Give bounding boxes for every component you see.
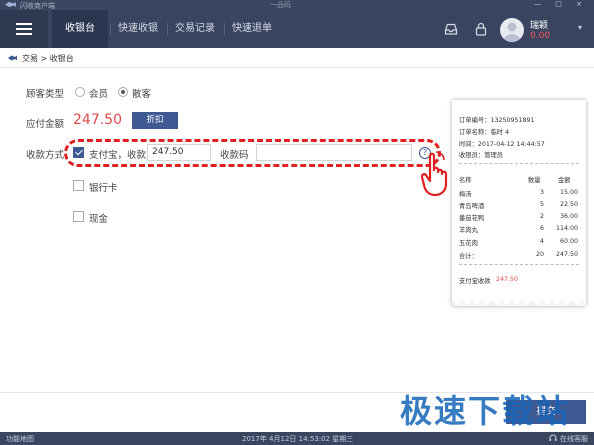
tab-transactions[interactable]: 交易记录 <box>167 10 223 48</box>
receipt-total-amount: 247.50 <box>555 251 578 258</box>
receipt-item-qty: 2 <box>539 213 544 220</box>
lock-icon[interactable] <box>474 22 488 36</box>
radio-member-label[interactable]: 会员 <box>89 86 108 100</box>
alipay-amount-input[interactable]: 247.50 <box>147 144 211 161</box>
cash-label: 现金 <box>89 214 109 225</box>
receipt-payment-label: 支付宝收款 <box>459 278 491 285</box>
chevron-down-icon[interactable]: ▾ <box>578 23 582 32</box>
user-balance: 0.00 <box>530 31 551 41</box>
tab-quick-checkout[interactable]: 快速收银 <box>110 10 166 48</box>
title-bar: 闪收商户端 一品码 — □ × <box>0 0 594 10</box>
receipt-item-name: 青岛啤酒 <box>459 203 485 210</box>
top-nav: 收银台 快速收银 交易记录 快速退单 瑞颖 0.00 ▾ <box>0 10 594 48</box>
receipt-order-name: 订单名称：临时 4 <box>459 129 510 136</box>
receipt-payment-amount: 247.50 <box>496 276 519 283</box>
avatar[interactable] <box>500 18 524 42</box>
alipay-checkbox[interactable] <box>73 147 84 158</box>
radio-walk-in-label[interactable]: 散客 <box>132 86 151 100</box>
receipt-time: 时间：2017-04-12 14:44:57 <box>459 141 545 148</box>
bank-card-checkbox[interactable] <box>73 180 84 191</box>
receipt-cashier: 收银员：管理员 <box>459 152 504 159</box>
receipt-item-amount: 22.50 <box>559 201 578 208</box>
brand-name: 一品码 <box>270 1 291 9</box>
amount-due-value: 247.50 <box>73 112 122 128</box>
receipt-order-no: 订单编号：13250951891 <box>459 117 535 124</box>
status-datetime: 2017年 4月12日 14:53:02 星期三 <box>242 435 354 443</box>
receipt-item-amount: 114.00 <box>555 225 578 232</box>
receipt-item-amount: 15.00 <box>559 189 578 196</box>
payment-code-label: 收款码 <box>220 150 249 161</box>
hamburger-icon <box>16 28 32 30</box>
app-logo-icon <box>5 2 16 7</box>
radio-member[interactable] <box>75 87 85 97</box>
receipt-item-amount: 60.00 <box>559 238 578 245</box>
receipt-divider <box>459 163 579 164</box>
fish-icon <box>8 55 17 61</box>
receipt-total-qty: 20 <box>535 251 544 258</box>
receipt-header-qty: 数量 <box>528 177 541 184</box>
receipt-header-name: 名称 <box>459 177 472 184</box>
window-controls[interactable]: — □ × <box>534 0 588 8</box>
tab-quick-refund[interactable]: 快速退单 <box>224 10 280 48</box>
breadcrumb-text: 交易 > 收银台 <box>22 54 74 63</box>
feature-map-link[interactable]: 功能地图 <box>6 434 34 444</box>
receipt-item-name: 羊肉丸 <box>459 227 478 234</box>
receipt-item-qty: 4 <box>539 238 544 245</box>
payment-method-label: 收款方式 <box>26 150 65 161</box>
radio-walk-in[interactable] <box>118 87 128 97</box>
headset-icon[interactable] <box>549 434 557 442</box>
inbox-icon[interactable] <box>444 22 458 36</box>
tab-checkout[interactable]: 收银台 <box>52 10 108 48</box>
receipt-header-amount: 金额 <box>558 177 571 184</box>
receipt-item-name: 番茄花鸭 <box>459 215 485 222</box>
receipt-item-name: 五花肉 <box>459 240 478 247</box>
customer-type-label: 顾客类型 <box>26 89 65 100</box>
receipt-preview: 订单编号：13250951891 订单名称：临时 4 时间：2017-04-12… <box>452 100 586 306</box>
status-bar: 功能地图 2017年 4月12日 14:53:02 星期三 在线客服 <box>0 432 594 445</box>
receipt-item-amount: 36.00 <box>559 213 578 220</box>
alipay-label: 支付宝，收款 <box>89 150 147 161</box>
online-support-link[interactable]: 在线客服 <box>560 434 588 444</box>
discount-button[interactable]: 折扣 <box>132 112 178 129</box>
bank-card-label: 银行卡 <box>89 183 118 194</box>
payment-code-input[interactable] <box>256 144 412 161</box>
user-icon <box>503 22 521 42</box>
receipt-total-label: 合计： <box>459 253 478 260</box>
receipt-item-name: 梅汤 <box>459 191 472 198</box>
cash-checkbox[interactable] <box>73 211 84 222</box>
receipt-item-qty: 6 <box>539 225 544 232</box>
user-name: 瑞颖 <box>530 21 549 31</box>
breadcrumb: 交易 > 收银台 <box>0 48 594 68</box>
menu-button[interactable] <box>0 10 48 48</box>
receipt-item-qty: 3 <box>539 189 544 196</box>
watermark-logo: 极速下载站 <box>400 392 571 430</box>
amount-due-label: 应付金额 <box>26 119 65 130</box>
receipt-torn-edge <box>452 300 586 306</box>
receipt-item-qty: 5 <box>539 201 544 208</box>
receipt-divider <box>459 264 579 265</box>
